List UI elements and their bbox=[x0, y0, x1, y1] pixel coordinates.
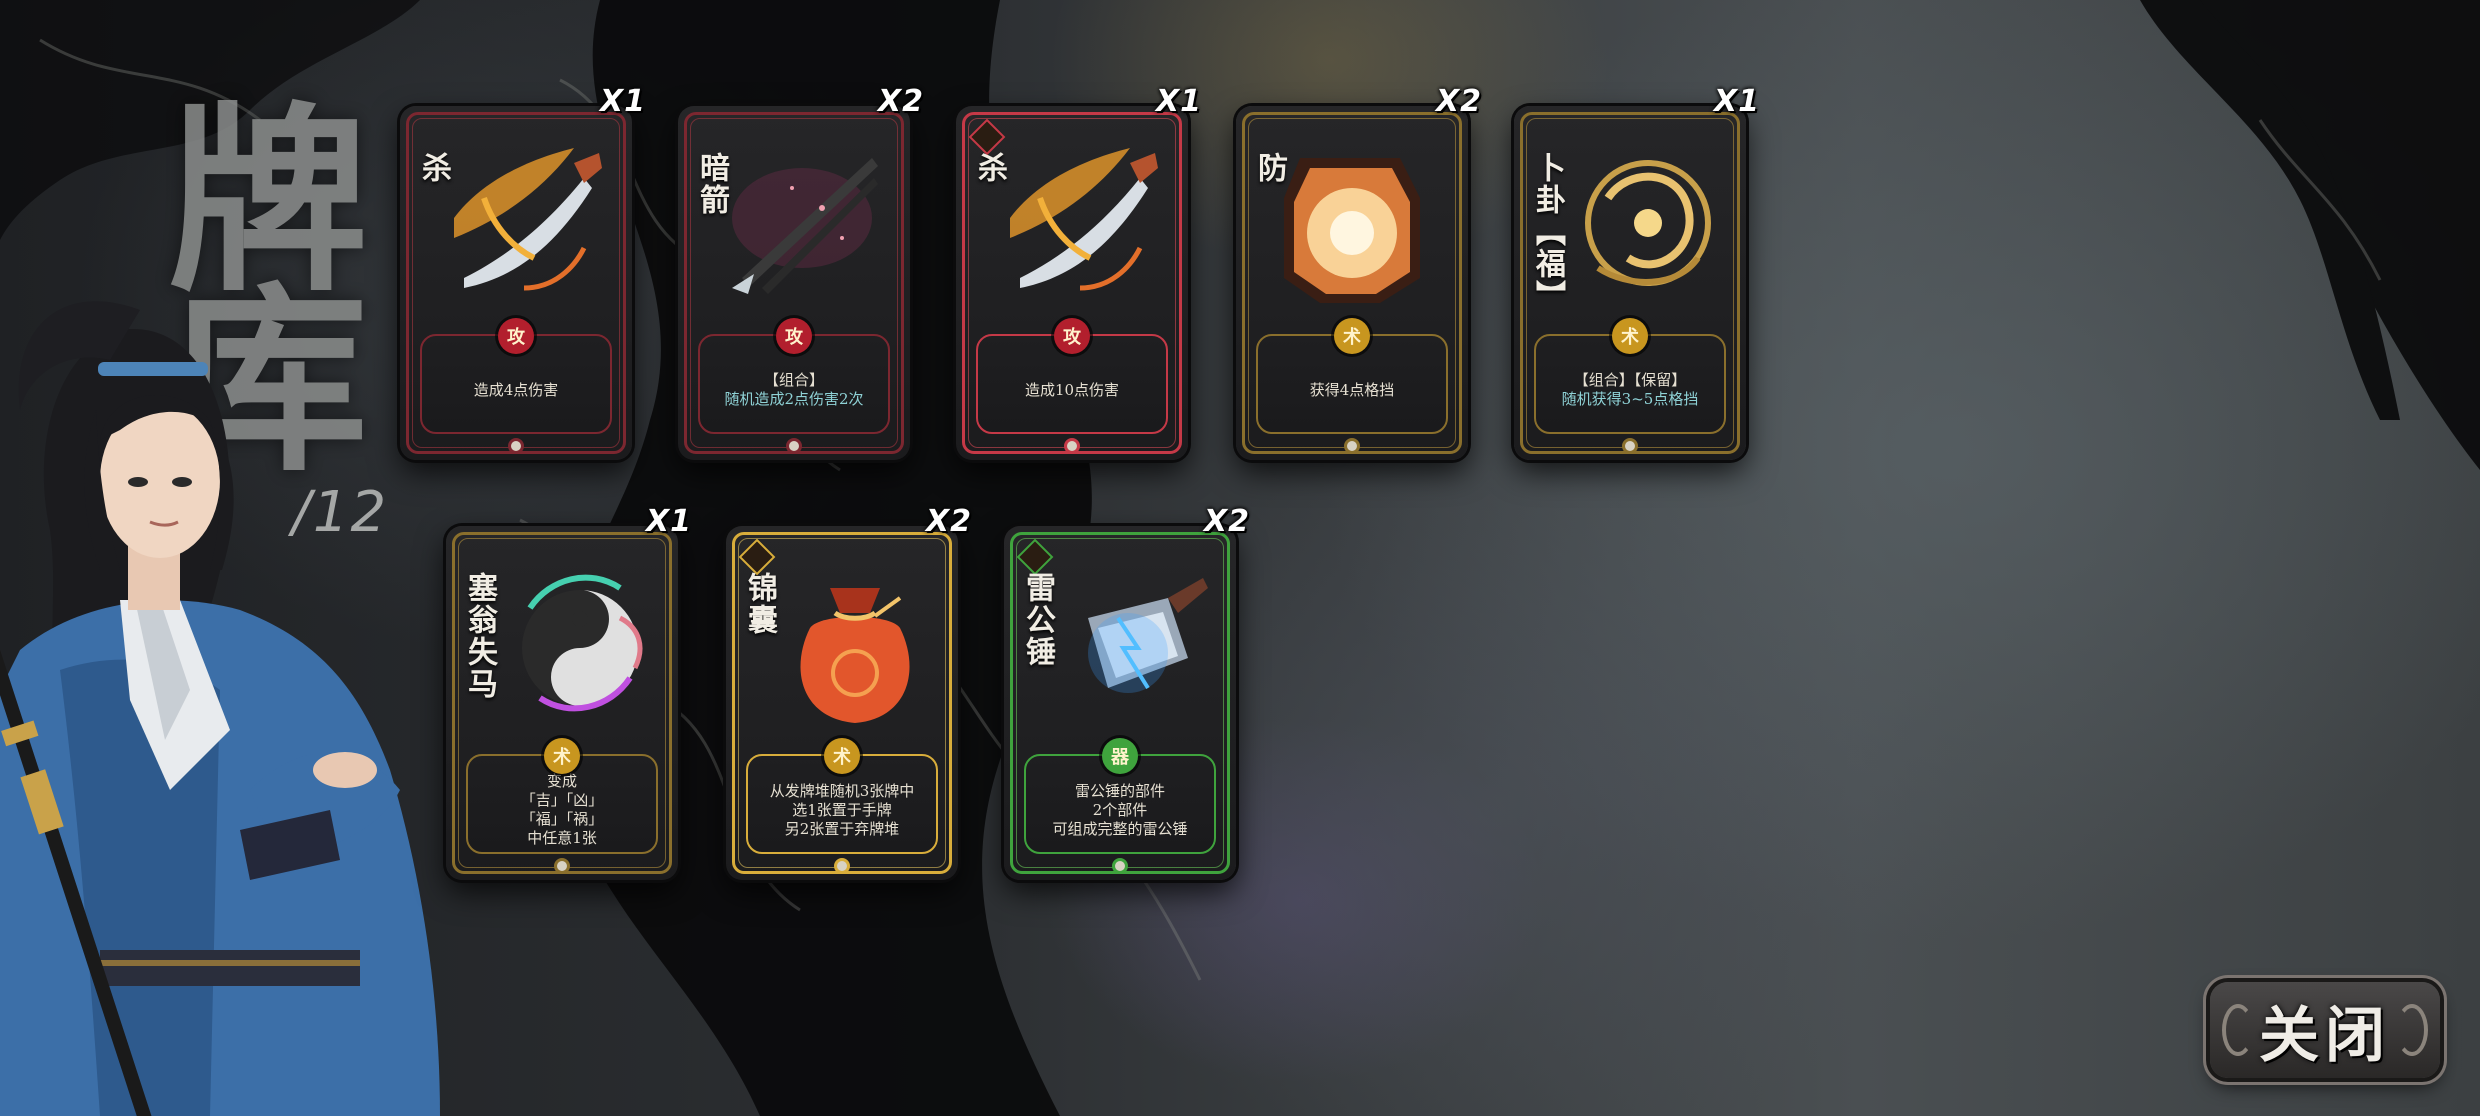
card-name: 锦囊 bbox=[742, 572, 777, 636]
skill-emblem-icon: 术 bbox=[1612, 318, 1648, 354]
card-name: 雷公锤 bbox=[1020, 572, 1055, 668]
card-name: 塞翁失马 bbox=[462, 572, 497, 700]
attack-emblem-icon: 攻 bbox=[776, 318, 812, 354]
card-dot bbox=[1344, 438, 1360, 454]
card-quantity: X2 bbox=[877, 84, 924, 119]
card-name: 杀 bbox=[416, 152, 451, 184]
card-quantity: X1 bbox=[645, 504, 692, 539]
card-dot bbox=[1622, 438, 1638, 454]
scroll-ornament-icon bbox=[2222, 1004, 2254, 1056]
skill-emblem-icon: 术 bbox=[1334, 318, 1370, 354]
card-dot bbox=[786, 438, 802, 454]
equipment-emblem-icon: 器 bbox=[1102, 738, 1138, 774]
character-portrait bbox=[0, 301, 440, 1116]
skill-emblem-icon: 术 bbox=[544, 738, 580, 774]
card-dot bbox=[834, 858, 850, 874]
card-dot bbox=[508, 438, 524, 454]
attack-emblem-icon: 攻 bbox=[498, 318, 534, 354]
skill-emblem-icon: 术 bbox=[824, 738, 860, 774]
card-name: 杀 bbox=[972, 152, 1007, 184]
card-sha-1[interactable]: 杀 造成4点伤害 攻 X1 bbox=[400, 84, 645, 460]
card-dot bbox=[1064, 438, 1080, 454]
card-quantity: X2 bbox=[1203, 504, 1250, 539]
card-jinnang[interactable]: 锦囊 从发牌堆随机3张牌中 选1张置于手牌 另2张置于弃牌堆 术 X2 bbox=[726, 504, 971, 880]
card-leigongchui[interactable]: 雷公锤 雷公锤的部件 2个部件 可组成完整的雷公锤 器 X2 bbox=[1004, 504, 1249, 880]
close-button-label: 关闭 bbox=[2259, 1000, 2391, 1071]
scroll-ornament-icon bbox=[2396, 1004, 2428, 1056]
card-quantity: X2 bbox=[925, 504, 972, 539]
card-name: 防 bbox=[1252, 152, 1287, 184]
card-saiweng[interactable]: 塞翁失马 变成 「吉」「凶」 「福」「祸」 中任意1张 术 X1 bbox=[446, 504, 691, 880]
card-quantity: X2 bbox=[1435, 84, 1482, 119]
card-bugua[interactable]: 卜卦【福】 【组合】【保留】 随机获得3~5点格挡 术 X1 bbox=[1514, 84, 1759, 460]
card-fang[interactable]: 防 获得4点格挡 术 X2 bbox=[1236, 84, 1481, 460]
card-quantity: X1 bbox=[599, 84, 646, 119]
card-name: 卜卦【福】 bbox=[1530, 152, 1565, 312]
attack-emblem-icon: 攻 bbox=[1054, 318, 1090, 354]
card-sha-2[interactable]: 杀 造成10点伤害 攻 X1 bbox=[956, 84, 1201, 460]
card-quantity: X1 bbox=[1155, 84, 1202, 119]
card-anjian[interactable]: 暗箭 【组合】 随机造成2点伤害2次 攻 X2 bbox=[678, 84, 923, 460]
close-button[interactable]: 关闭 bbox=[2210, 982, 2440, 1078]
card-dot bbox=[1112, 858, 1128, 874]
card-quantity: X1 bbox=[1713, 84, 1760, 119]
card-dot bbox=[554, 858, 570, 874]
card-name: 暗箭 bbox=[694, 152, 729, 216]
